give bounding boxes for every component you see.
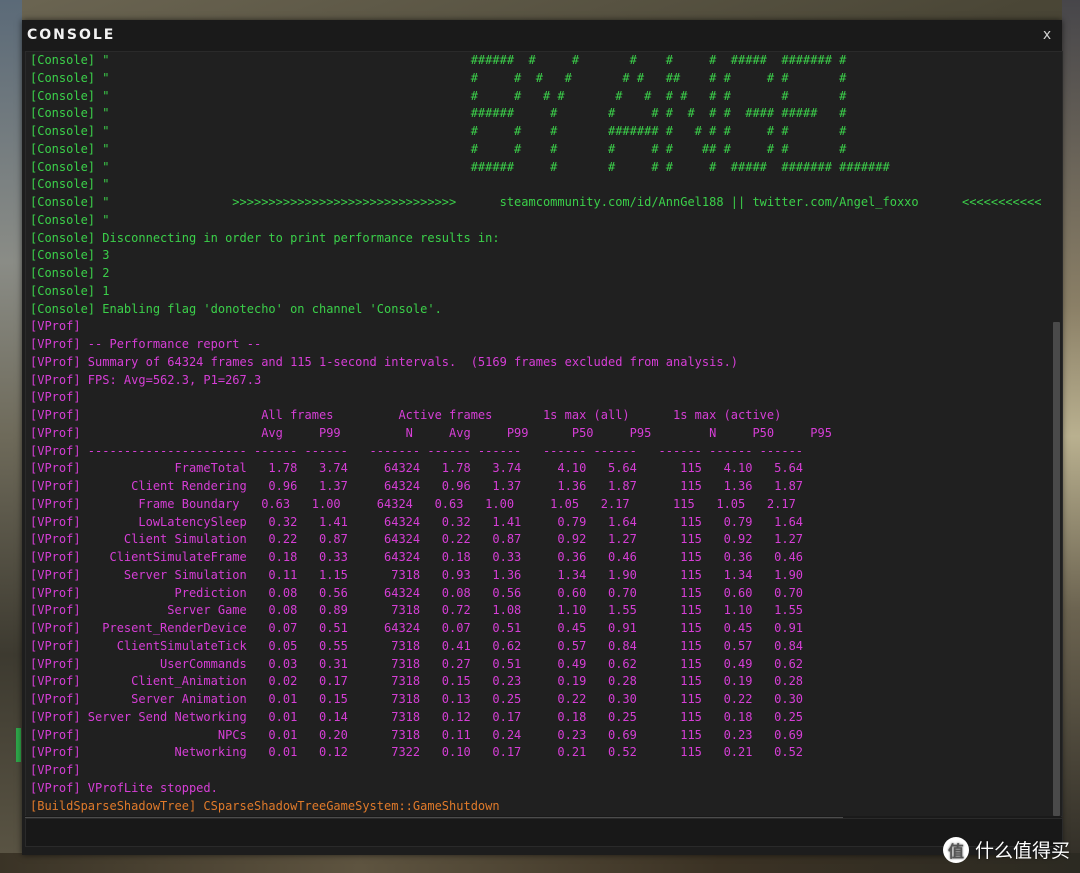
console-line-vprof: [VProf] Present_RenderDevice 0.07 0.51 6… [30,621,804,635]
console-line-vprof: [VProf] Networking 0.01 0.12 7322 0.10 0… [30,745,804,760]
console-line-vprof: [VProf] NPCs 0.01 0.20 7318 0.11 0.24 0.… [30,727,804,742]
console-input-bar[interactable] [25,818,1063,847]
console-line-console: [Console] 1 [30,283,110,298]
console-line-vprof: [VProf] Avg P99 N Avg P99 P50 P95 N P50 … [30,425,832,440]
console-line-console: [Console] " ###### # # # # # # # #### ##… [30,106,847,121]
console-line-vprof: [VProf] Client Rendering 0.96 1.37 64324… [30,479,804,493]
console-line-console: [Console] Enabling flag 'donotecho' on c… [30,301,442,316]
console-line-vprof: [VProf] LowLatencySleep 0.32 1.41 64324 … [30,514,804,529]
watermark-logo-icon: 值 [942,836,969,863]
console-line-vprof: [VProf] Server Simulation 0.11 1.15 7318… [30,567,804,582]
console-line-console: [Console] 3 [30,248,110,263]
console-line-vprof: [VProf] Prediction 0.08 0.56 64324 0.08 … [30,585,804,600]
console-line-console: [Console] " ###### # # # # # ##### #####… [30,53,847,67]
console-line-vprof: [VProf] ClientSimulateFrame 0.18 0.33 64… [30,550,804,564]
console-line-console: [Console] " >>>>>>>>>>>>>>>>>>>>>>>>>>>>… [30,195,1042,209]
console-line-vprof: [VProf] Client Simulation 0.22 0.87 6432… [30,532,804,547]
watermark-text: 什么值得买 [974,840,1070,862]
background-bottom-scene [0,853,1080,873]
console-window: CONSOLE x [Console] " ###### # # # # # #… [22,20,1063,855]
console-line-vprof: [VProf] VProfLite stopped. [30,780,218,795]
console-line-vprof: [VProf] Summary of 64324 frames and 115 … [30,354,739,369]
console-line-console: [Console] " [30,177,110,192]
console-line-vprof: [VProf] All frames Active frames 1s max … [30,408,782,422]
console-line-console: [Console] " ###### # # # # # ##### #####… [30,159,890,174]
console-line-console: [Console] " # # # # # # ## # # # # [30,141,847,156]
console-line-build: [BuildSparseShadowTree] CSparseShadowTre… [30,798,500,813]
console-line-console: [Console] " # # # ####### # # # # # # # [30,124,847,138]
console-line-vprof: [VProf] Server Animation 0.01 0.15 7318 … [30,692,804,706]
vertical-scrollbar-thumb[interactable] [1053,322,1060,816]
console-line-vprof: [VProf] ---------------------- ------ --… [30,443,804,458]
console-line-console: [Console] " [30,212,110,227]
console-line-console: [Console] " # # # # # # # # # # # # [30,88,847,103]
background-green-marker [16,728,21,762]
window-title: CONSOLE [27,27,116,43]
console-line-vprof: [VProf] ClientSimulateTick 0.05 0.55 731… [30,638,804,653]
background-right-scene [1062,0,1080,873]
console-line-vprof: [VProf] FrameTotal 1.78 3.74 64324 1.78 … [30,461,804,476]
console-line-vprof: [VProf] Server Send Networking 0.01 0.14… [30,709,804,724]
console-line-console: [Console] " # # # # # # ## # # # # # [30,70,847,85]
console-lines: [Console] " ###### # # # # # ##### #####… [30,52,1050,815]
console-line-console: [Console] Disconnecting in order to prin… [30,230,500,245]
console-line-vprof: [VProf] Server Game 0.08 0.89 7318 0.72 … [30,603,804,618]
console-titlebar[interactable]: CONSOLE x [22,20,1062,51]
watermark: 值 什么值得买 [942,836,1070,863]
console-line-vprof: [VProf] [30,763,81,777]
console-line-vprof: [VProf] UserCommands 0.03 0.31 7318 0.27… [30,656,804,671]
console-line-vprof: [VProf] -- Performance report -- [30,337,262,351]
close-icon[interactable]: x [1038,25,1056,45]
console-output[interactable]: [Console] " ###### # # # # # ##### #####… [25,51,1063,817]
console-line-vprof: [VProf] [30,390,81,405]
console-line-vprof: [VProf] FPS: Avg=562.3, P1=267.3 [30,372,262,387]
console-line-vprof: [VProf] Frame Boundary 0.63 1.00 64324 0… [30,496,796,511]
console-line-vprof: [VProf] [30,319,81,334]
console-command-input[interactable] [26,819,1062,846]
console-line-vprof: [VProf] Client_Animation 0.02 0.17 7318 … [30,674,804,689]
console-line-console: [Console] 2 [30,266,110,280]
